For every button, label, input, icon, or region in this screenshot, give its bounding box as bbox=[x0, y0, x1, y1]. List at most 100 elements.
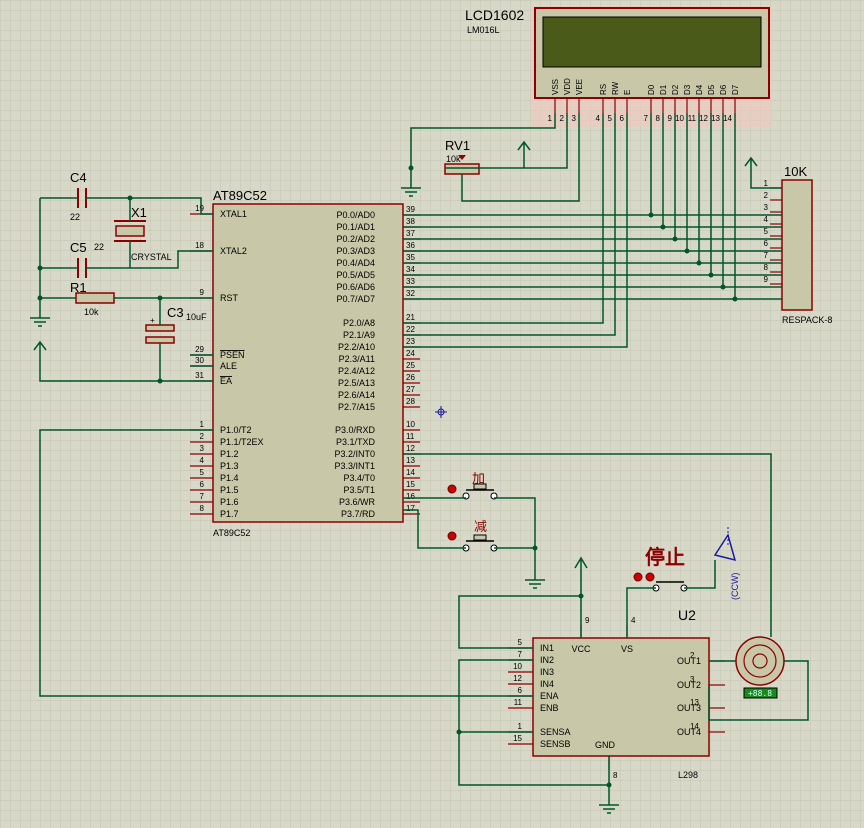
motor-readout: +88.8 bbox=[748, 689, 772, 698]
mcu-pin-number: 7 bbox=[200, 492, 205, 501]
mcu-pin-number: 22 bbox=[406, 325, 415, 334]
probe-direction: (CCW) bbox=[730, 573, 740, 601]
mcu-pin-name: P2.4/A12 bbox=[338, 366, 375, 376]
l298-pin-name: OUT2 bbox=[677, 680, 701, 690]
mcu-pin-number: 18 bbox=[195, 241, 204, 250]
r1-value: 10k bbox=[84, 307, 99, 317]
mcu-pin-number: 15 bbox=[406, 480, 415, 489]
mcu-pin-name: P0.0/AD0 bbox=[336, 210, 375, 220]
l298-pin-name: IN2 bbox=[540, 655, 554, 665]
button-stop-label: 停止 bbox=[645, 545, 685, 569]
mcu-pin-number: 9 bbox=[200, 288, 205, 297]
mcu-pin-number: 23 bbox=[406, 337, 415, 346]
mcu-pin-name: P1.7 bbox=[220, 509, 239, 519]
lcd-ref: LCD1602 bbox=[465, 7, 524, 23]
lcd-pin-name: D5 bbox=[707, 84, 716, 95]
l298-pin-number: 11 bbox=[514, 698, 523, 707]
l298-pin-name: SENSA bbox=[540, 727, 571, 737]
l298-pin-number: 8 bbox=[613, 771, 618, 780]
svg-text:+: + bbox=[150, 316, 155, 325]
lcd-pin-name: D7 bbox=[731, 84, 740, 95]
mcu-pin-number: 28 bbox=[406, 397, 415, 406]
mcu-pin-name: P0.4/AD4 bbox=[336, 258, 375, 268]
mcu-pin-name: P1.6 bbox=[220, 497, 239, 507]
mcu-pin-name: P2.5/A13 bbox=[338, 378, 375, 388]
lcd-pin-name: RW bbox=[611, 81, 620, 95]
mcu-pin-number: 31 bbox=[195, 371, 204, 380]
lcd-pin-name: D0 bbox=[647, 84, 656, 95]
mcu-pin-number: 33 bbox=[406, 277, 415, 286]
lcd-pin-number: 10 bbox=[675, 114, 684, 123]
lcd-pin-number: 14 bbox=[723, 114, 732, 123]
lcd-pin-name: D1 bbox=[659, 84, 668, 95]
l298-pin-name: OUT3 bbox=[677, 703, 701, 713]
mcu-ref: AT89C52 bbox=[213, 188, 267, 203]
lcd-pin-number: 3 bbox=[572, 114, 577, 123]
mcu-pin-number: 11 bbox=[406, 432, 415, 441]
lcd-pin-number: 9 bbox=[668, 114, 673, 123]
l298-pin-number: 7 bbox=[518, 650, 523, 659]
lcd-pin-number: 5 bbox=[608, 114, 613, 123]
mcu-pin-name: PSEN bbox=[220, 350, 245, 360]
lcd-pin-name: VEE bbox=[575, 79, 584, 95]
respack-pin-number: 4 bbox=[764, 215, 769, 224]
mcu-pin-number: 1 bbox=[200, 420, 205, 429]
respack-pin-number: 3 bbox=[764, 203, 769, 212]
l298-pin-name: VS bbox=[621, 644, 633, 654]
mcu-pin-name: P0.6/AD6 bbox=[336, 282, 375, 292]
l298-pin-number: 1 bbox=[518, 722, 523, 731]
mcu-pin-number: 25 bbox=[406, 361, 415, 370]
mcu-pin-name: P0.1/AD1 bbox=[336, 222, 375, 232]
lcd-pin-number: 4 bbox=[596, 114, 601, 123]
mcu-pin-number: 3 bbox=[200, 444, 205, 453]
c3-value: 10uF bbox=[186, 312, 207, 322]
mcu-pin-number: 19 bbox=[195, 204, 204, 213]
lcd-pin-name: D3 bbox=[683, 84, 692, 95]
mcu-pin-name: P2.1/A9 bbox=[343, 330, 375, 340]
mcu-pin-number: 29 bbox=[195, 345, 204, 354]
respack-pin-number: 5 bbox=[764, 227, 769, 236]
mcu-pin-name: P3.5/T1 bbox=[343, 485, 375, 495]
c4-ref: C4 bbox=[70, 170, 87, 185]
lcd-model: LM016L bbox=[467, 25, 500, 35]
mcu-at89c52[interactable]: AT89C52 AT89C52 19XTAL118XTAL29RST29PSEN… bbox=[190, 188, 420, 538]
l298-pin-name: ENB bbox=[540, 703, 559, 713]
mcu-pin-name: P3.2/INT0 bbox=[334, 449, 375, 459]
l298-pin-name: OUT1 bbox=[677, 656, 701, 666]
l298-model: L298 bbox=[678, 770, 698, 780]
mcu-pin-name: P0.5/AD5 bbox=[336, 270, 375, 280]
lcd-pin-name: D2 bbox=[671, 84, 680, 95]
lcd-pin-name: D4 bbox=[695, 84, 704, 95]
mcu-pin-name: P3.7/RD bbox=[341, 509, 376, 519]
respack-pin-number: 6 bbox=[764, 239, 769, 248]
c3-ref: C3 bbox=[167, 305, 184, 320]
mcu-pin-name: P1.2 bbox=[220, 449, 239, 459]
mcu-pin-number: 39 bbox=[406, 205, 415, 214]
mcu-pin-number: 12 bbox=[406, 444, 415, 453]
mcu-pin-number: 17 bbox=[406, 504, 415, 513]
l298-ref: U2 bbox=[678, 607, 696, 623]
mcu-pin-number: 16 bbox=[406, 492, 415, 501]
mcu-pin-name: P3.6/WR bbox=[339, 497, 376, 507]
mcu-pin-name: P0.3/AD3 bbox=[336, 246, 375, 256]
x1-value: CRYSTAL bbox=[131, 252, 172, 262]
mcu-pin-name: P2.2/A10 bbox=[338, 342, 375, 352]
l298-pin-name: OUT4 bbox=[677, 727, 701, 737]
l298-pin-name: SENSB bbox=[540, 739, 571, 749]
lcd-pin-number: 8 bbox=[656, 114, 661, 123]
mcu-pin-name: P1.5 bbox=[220, 485, 239, 495]
mcu-pin-name: EA bbox=[220, 376, 232, 386]
respack-model: RESPACK-8 bbox=[782, 315, 832, 325]
mcu-pin-number: 38 bbox=[406, 217, 415, 226]
lcd-pin-name: D6 bbox=[719, 84, 728, 95]
mcu-pin-number: 36 bbox=[406, 241, 415, 250]
l298-pin-name: IN3 bbox=[540, 667, 554, 677]
mcu-pin-number: 35 bbox=[406, 253, 415, 262]
respack-value: 10K bbox=[784, 164, 807, 179]
mcu-pin-name: P3.1/TXD bbox=[336, 437, 376, 447]
respack-pin-number: 7 bbox=[764, 251, 769, 260]
respack-pin-number: 9 bbox=[764, 275, 769, 284]
lcd-pin-number: 13 bbox=[711, 114, 720, 123]
mcu-pin-name: XTAL1 bbox=[220, 209, 247, 219]
mcu-pin-name: P3.4/T0 bbox=[343, 473, 375, 483]
